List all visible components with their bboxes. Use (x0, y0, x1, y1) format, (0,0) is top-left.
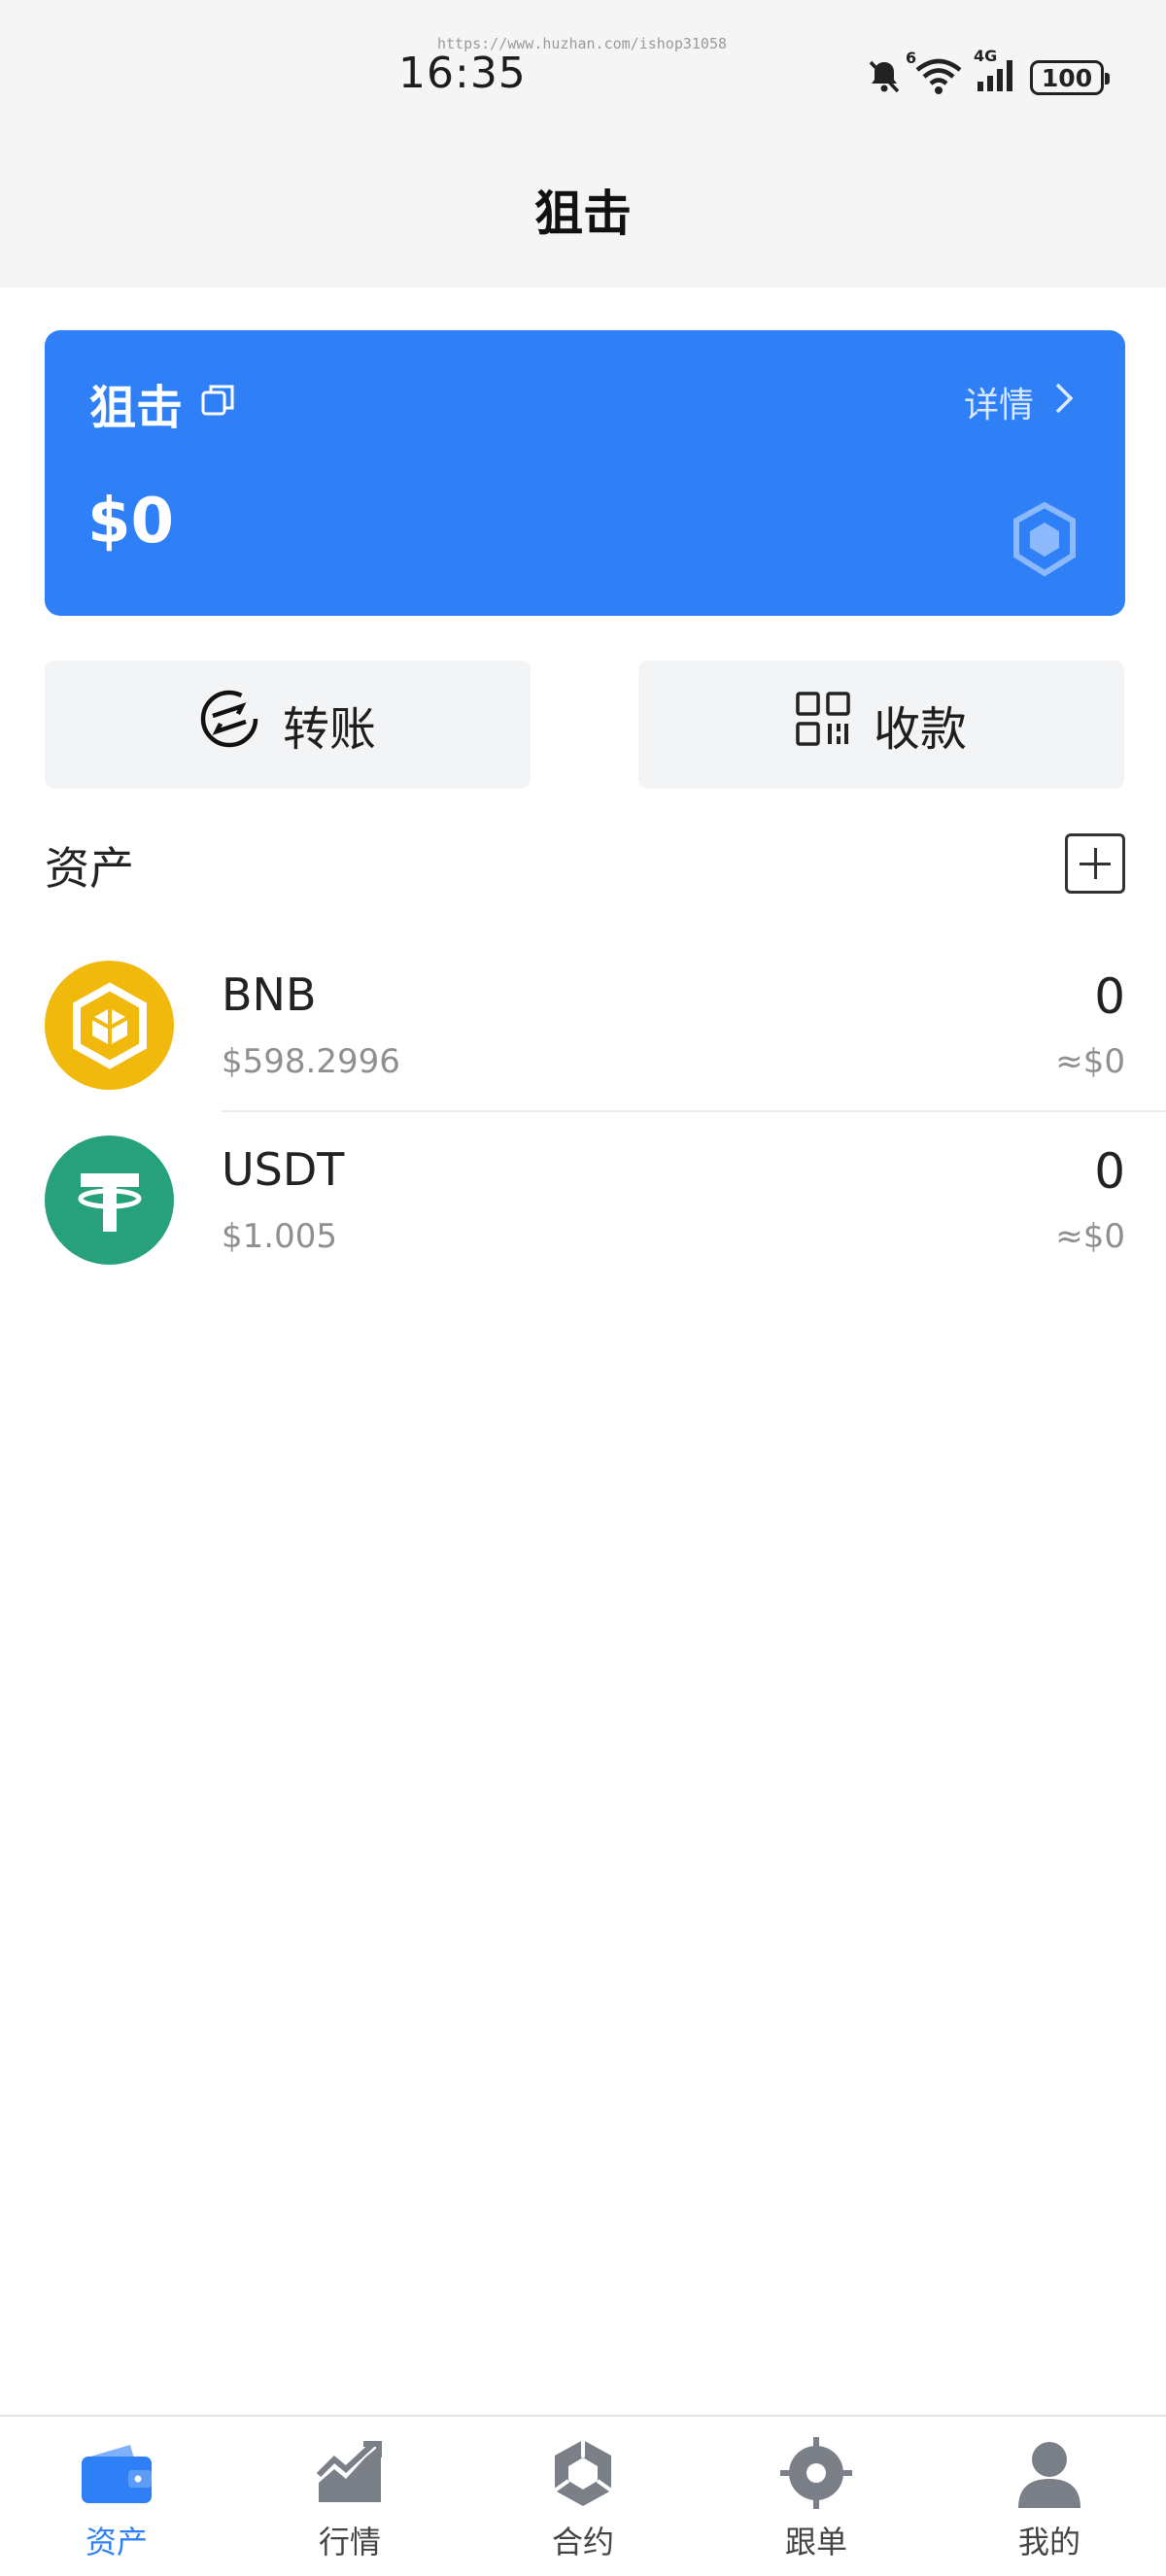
wallet-name: 狙击 (89, 381, 184, 435)
bnb-coin-icon (45, 961, 174, 1090)
wallet-name-group: 狙击 (89, 369, 237, 437)
nav-label: 合约 (551, 2524, 614, 2560)
target-icon (777, 2437, 855, 2509)
asset-symbol: BNB (222, 968, 317, 1021)
nav-label: 资产 (85, 2524, 148, 2560)
receive-label: 收款 (873, 702, 967, 757)
asset-price: $598.2996 (222, 1042, 400, 1081)
nav-item-market[interactable]: 行情 (233, 2417, 466, 2576)
bnb-chain-icon (1011, 501, 1079, 581)
receive-button[interactable]: 收款 (638, 661, 1124, 789)
nav-label: 行情 (318, 2524, 381, 2560)
asset-value: ≈$0 (1055, 1217, 1125, 1256)
nav-item-contract[interactable]: 合约 (466, 2417, 700, 2576)
asset-row-usdt[interactable]: USDT $1.005 0 ≈$0 (0, 1112, 1166, 1287)
status-icons: 6 4G 100 (865, 47, 1110, 102)
status-time: 16:35 (398, 49, 527, 98)
asset-amount: 0 (1094, 1143, 1125, 1200)
top-bar: https://www.huzhan.com/ishop31058 16:35 … (0, 0, 1166, 288)
asset-amount: 0 (1094, 968, 1125, 1025)
page-title: 狙击 (534, 186, 632, 242)
nav-item-assets[interactable]: 资产 (0, 2417, 233, 2576)
copy-icon[interactable] (200, 376, 237, 430)
contract-icon (544, 2438, 622, 2508)
nav-item-profile[interactable]: 我的 (933, 2417, 1166, 2576)
chevron-right-icon (1053, 381, 1075, 424)
wifi-label: 6 (906, 49, 917, 67)
detail-label: 详情 (963, 386, 1034, 425)
wallet-balance: $0 (87, 486, 175, 558)
asset-value: ≈$0 (1055, 1042, 1125, 1081)
battery-level: 100 (1041, 63, 1093, 92)
nav-item-copy-trade[interactable]: 跟单 (700, 2417, 933, 2576)
add-asset-icon[interactable] (1065, 833, 1125, 894)
transfer-icon (199, 689, 259, 761)
asset-row-bnb[interactable]: BNB $598.2996 0 ≈$0 (0, 937, 1166, 1112)
transfer-button[interactable]: 转账 (45, 661, 531, 789)
market-chart-icon (311, 2438, 389, 2508)
mute-icon (865, 56, 904, 99)
transfer-label: 转账 (282, 702, 376, 757)
wallet-detail-link[interactable]: 详情 (964, 377, 1075, 427)
asset-price: $1.005 (222, 1217, 337, 1256)
wallet-icon (78, 2438, 155, 2508)
qr-code-icon (796, 692, 850, 758)
signal-type-label: 4G (974, 47, 998, 65)
asset-symbol: USDT (222, 1143, 345, 1196)
wallet-card[interactable]: 狙击 详情 $0 (45, 330, 1125, 616)
usdt-coin-icon (45, 1135, 174, 1265)
app-screen: https://www.huzhan.com/ishop31058 16:35 … (0, 0, 1166, 2576)
nav-label: 跟单 (784, 2524, 847, 2560)
wifi-icon: 6 (906, 49, 964, 99)
bottom-nav: 资产 行情 合约 跟单 我的 (0, 2415, 1166, 2576)
battery-indicator: 100 (1030, 60, 1110, 95)
cellular-signal-icon: 4G (974, 47, 1020, 99)
user-icon (1011, 2438, 1088, 2508)
nav-label: 我的 (1017, 2524, 1080, 2560)
assets-section-title: 资产 (45, 842, 134, 895)
